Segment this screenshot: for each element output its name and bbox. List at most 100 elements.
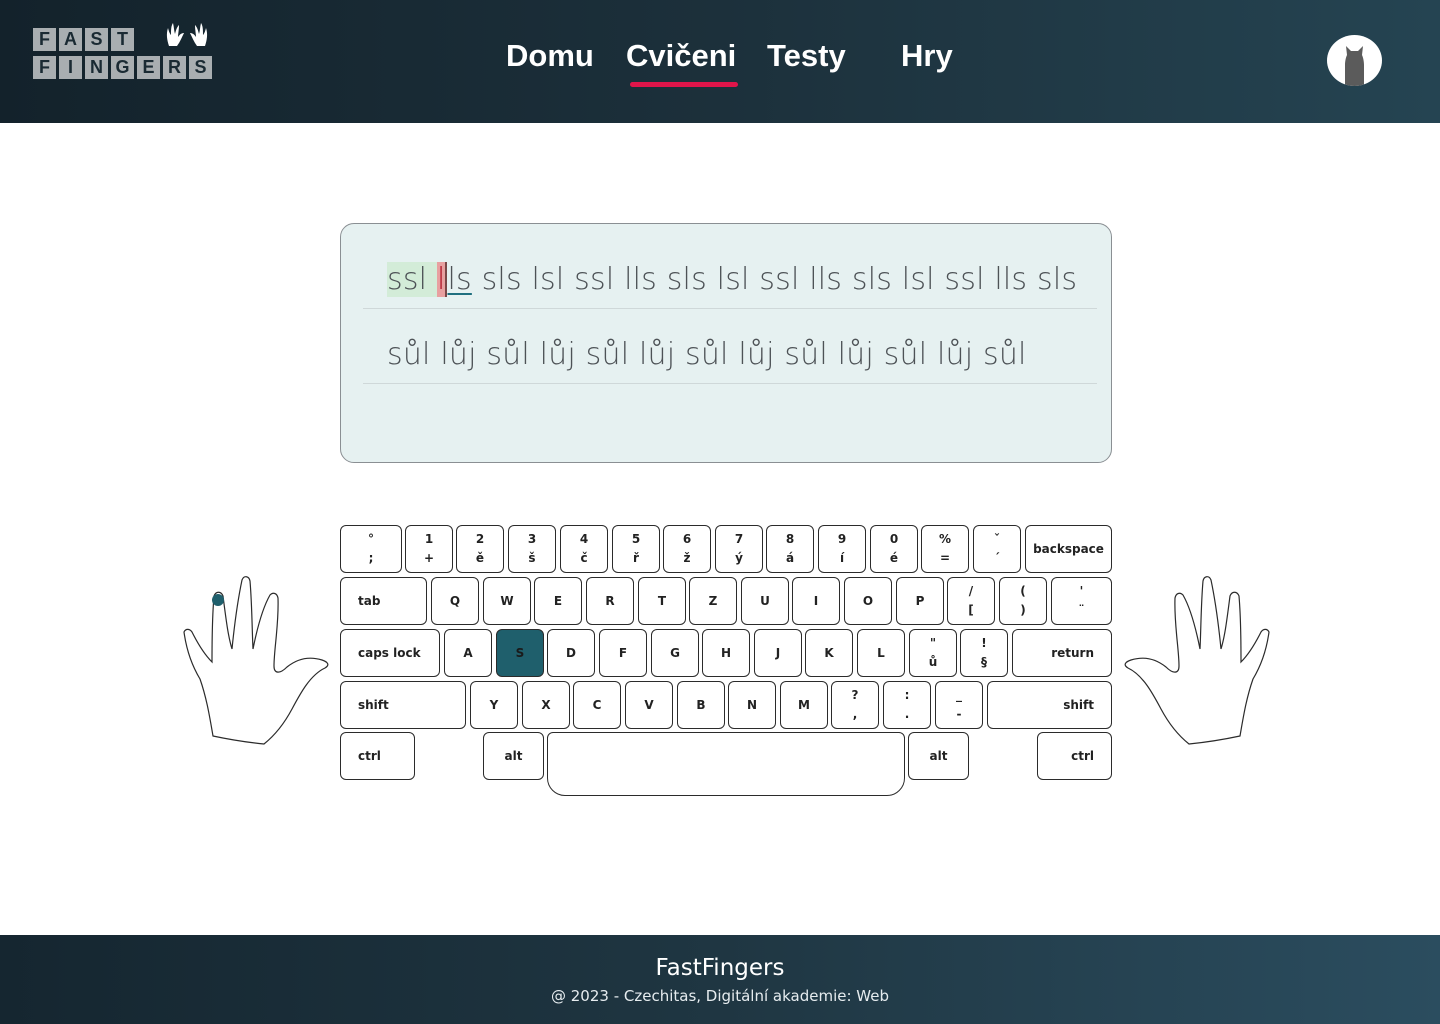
key-u[interactable]: U xyxy=(741,577,789,625)
footer-copyright: @ 2023 - Czechitas, Digitální akademie: … xyxy=(551,987,889,1005)
key[interactable]: 1 + xyxy=(405,525,453,573)
error-char: l xyxy=(436,262,448,297)
caps-lock-key[interactable]: caps lock xyxy=(340,629,440,677)
key-f[interactable]: F xyxy=(599,629,647,677)
nav-hry[interactable]: Hry xyxy=(901,36,953,76)
key-top-label: ' xyxy=(1079,584,1084,598)
alt-right-key[interactable]: alt xyxy=(908,732,969,780)
exercise-text-panel[interactable]: ssl lls sls lsl ssl lls sls lsl ssl lls … xyxy=(340,223,1112,463)
key-b[interactable]: B xyxy=(677,681,725,729)
key[interactable]: ! § xyxy=(960,629,1008,677)
shift-right-key[interactable]: shift xyxy=(987,681,1112,729)
key-m[interactable]: M xyxy=(780,681,828,729)
key[interactable]: 3š xyxy=(508,525,556,573)
key-bottom-label: . xyxy=(904,707,910,721)
key-n[interactable]: N xyxy=(728,681,776,729)
key-top-label: ° xyxy=(368,532,374,546)
key-c[interactable]: C xyxy=(573,681,621,729)
key-bottom-label: š xyxy=(528,551,536,565)
key-bottom-label: - xyxy=(956,707,962,721)
key-a[interactable]: A xyxy=(444,629,492,677)
key-h[interactable]: H xyxy=(702,629,750,677)
key-bottom-label: é xyxy=(889,551,899,565)
key-k[interactable]: K xyxy=(805,629,853,677)
key[interactable]: () xyxy=(999,577,1047,625)
key-bottom-label: č xyxy=(580,551,588,565)
key-i[interactable]: I xyxy=(792,577,840,625)
key-top-label: 1 xyxy=(424,532,434,546)
key[interactable]: 6ž xyxy=(663,525,711,573)
key-bottom-label: ě xyxy=(475,551,485,565)
cat-avatar-icon xyxy=(1345,46,1364,86)
footer: FastFingers @ 2023 - Czechitas, Digitáln… xyxy=(0,935,1440,1024)
key[interactable]: ' ¨ xyxy=(1051,577,1112,625)
key-top-label: ˇ xyxy=(994,532,1000,546)
key-bottom-label: = xyxy=(939,551,951,565)
key[interactable]: ˇ ´ xyxy=(973,525,1021,573)
key-top-label: 4 xyxy=(579,532,589,546)
key-d[interactable]: D xyxy=(547,629,595,677)
key-bottom-label: § xyxy=(981,655,987,669)
key[interactable]: /[ xyxy=(947,577,995,625)
key[interactable]: ?, xyxy=(831,681,879,729)
key[interactable]: 4č xyxy=(560,525,608,573)
key[interactable]: 8á xyxy=(766,525,814,573)
key-w[interactable]: W xyxy=(483,577,531,625)
shift-left-key[interactable]: shift xyxy=(340,681,466,729)
key-q[interactable]: Q xyxy=(431,577,479,625)
nav-domu[interactable]: Domu xyxy=(506,36,594,76)
left-hand-icon xyxy=(183,576,329,745)
key-top-label: 7 xyxy=(734,532,744,546)
footer-title: FastFingers xyxy=(655,955,785,981)
exercise-line-1-text: ssl lls sls lsl ssl lls sls lsl ssl lls … xyxy=(387,262,1077,297)
key-top-label: " xyxy=(929,636,937,650)
key[interactable]: % = xyxy=(921,525,969,573)
key[interactable]: " ů xyxy=(909,629,957,677)
exercise-line-2: sůl lůj sůl lůj sůl lůj sůl lůj sůl lůj … xyxy=(363,337,1097,384)
key-j[interactable]: J xyxy=(754,629,802,677)
key-top-label: ( xyxy=(1020,584,1026,598)
key-bottom-label: ) xyxy=(1020,603,1026,617)
key-bottom-label: í xyxy=(839,551,845,565)
exercise-line-2-text: sůl lůj sůl lůj sůl lůj sůl lůj sůl lůj … xyxy=(387,337,1027,372)
key-l[interactable]: L xyxy=(857,629,905,677)
main-nav: Domu Cvičeni Testy Hry xyxy=(0,30,1440,90)
key-v[interactable]: V xyxy=(625,681,673,729)
key-p[interactable]: P xyxy=(896,577,944,625)
spacebar-key[interactable] xyxy=(547,732,905,796)
key-top-label: 0 xyxy=(889,532,899,546)
alt-left-key[interactable]: alt xyxy=(483,732,544,780)
key-bottom-label: ž xyxy=(683,551,691,565)
user-avatar[interactable] xyxy=(1327,35,1382,86)
virtual-keyboard: °; 1 + 2ě 3š 4č 5ř 6ž 7ý 8á 9í 0é % = ˇ ´ b… xyxy=(340,525,1112,800)
ctrl-left-key[interactable]: ctrl xyxy=(340,732,415,780)
return-key[interactable]: return xyxy=(1012,629,1112,677)
key-t[interactable]: T xyxy=(638,577,686,625)
key-r[interactable]: R xyxy=(586,577,634,625)
key[interactable]: 0é xyxy=(870,525,918,573)
key-g[interactable]: G xyxy=(651,629,699,677)
key-x[interactable]: X xyxy=(522,681,570,729)
key[interactable]: 9í xyxy=(818,525,866,573)
key-z[interactable]: Z xyxy=(689,577,737,625)
finger-marker xyxy=(212,594,224,606)
key-s-highlighted[interactable]: S xyxy=(496,629,544,677)
key[interactable]: :. xyxy=(883,681,931,729)
key[interactable]: 7ý xyxy=(715,525,763,573)
key-bottom-label: ¨ xyxy=(1078,603,1085,617)
key[interactable]: °; xyxy=(340,525,402,573)
current-text: ls xyxy=(447,262,472,297)
key-top-label: ? xyxy=(851,688,859,702)
key[interactable]: 5ř xyxy=(612,525,660,573)
backspace-key[interactable]: backspace xyxy=(1025,525,1112,573)
nav-testy[interactable]: Testy xyxy=(767,36,846,76)
ctrl-right-key[interactable]: ctrl xyxy=(1037,732,1112,780)
key-y[interactable]: Y xyxy=(470,681,518,729)
tab-key[interactable]: tab xyxy=(340,577,427,625)
key-e[interactable]: E xyxy=(534,577,582,625)
nav-cviceni[interactable]: Cvičeni xyxy=(626,36,739,87)
key[interactable]: _ - xyxy=(935,681,983,729)
key[interactable]: 2ě xyxy=(456,525,504,573)
key-top-label: 6 xyxy=(682,532,692,546)
key-o[interactable]: O xyxy=(844,577,892,625)
